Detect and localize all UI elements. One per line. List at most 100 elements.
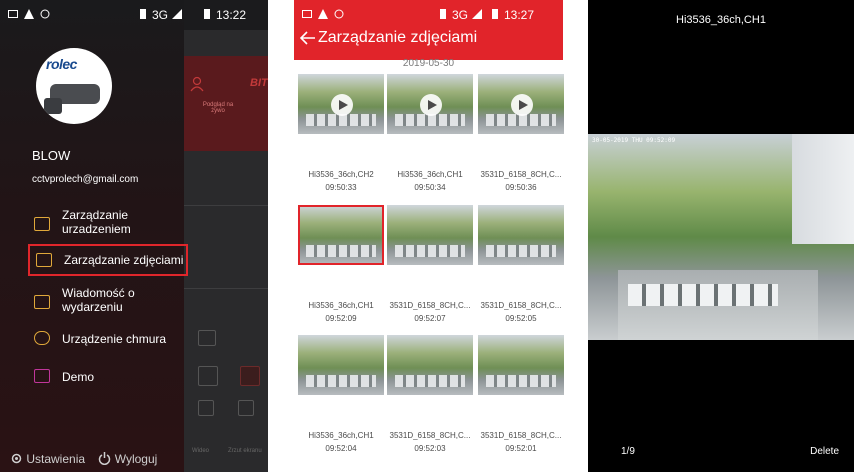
alert-icon [24, 9, 34, 19]
thumbnail-scene [395, 375, 465, 387]
image-icon [36, 253, 52, 267]
message-icon [34, 295, 50, 309]
screenshot-icon [238, 400, 254, 416]
menu-item-label: Zarządzanie zdjęciami [64, 253, 184, 267]
vibrate-icon [440, 9, 446, 19]
play-icon[interactable] [420, 94, 442, 116]
signal-icon [472, 9, 482, 19]
user-email: cctvprolech@gmail.com [32, 174, 139, 185]
menu-item-label: Urządzenie chmura [62, 332, 167, 346]
alert-icon [318, 9, 328, 19]
navigation-drawer-screen: BIT Podgląd na żywo Wideo Zrzut ekranu 3… [0, 0, 268, 472]
screenshot-notification-icon [8, 10, 18, 18]
cloud-icon [34, 331, 50, 345]
menu-item-demo[interactable]: Demo [28, 368, 184, 388]
photo-name: Hi3536_36ch,CH1 [308, 301, 374, 310]
live-view-tab: Podgląd na żywo [202, 102, 234, 114]
avatar[interactable]: rolec [36, 48, 112, 124]
photo-time: 09:52:09 [325, 314, 357, 323]
thumbnail-scene [306, 375, 376, 387]
network-label: 3G [452, 8, 469, 22]
page-title: Zarządzanie zdjęciami [318, 29, 478, 46]
video-icon [198, 400, 214, 416]
photo-thumbnail[interactable] [387, 335, 473, 395]
clock: 13:22 [216, 8, 247, 22]
menu-item-event-messages[interactable]: Wiadomość o wydarzeniu [28, 286, 184, 318]
drawer-footer: Ustawienia Wyloguj [10, 452, 157, 466]
photo-thumbnail[interactable] [478, 74, 564, 134]
photo-name: 3531D_6158_8CH,C... [480, 170, 562, 179]
menu-item-photo-management[interactable]: Zarządzanie zdjęciami [28, 244, 188, 276]
network-label: 3G [152, 8, 169, 22]
logout-button[interactable]: Wyloguj [98, 452, 157, 466]
status-bar: 3G 13:22 [0, 0, 268, 30]
screenshot-label: Zrzut ekranu [228, 448, 262, 454]
gear-icon [11, 453, 22, 464]
photo-time: 09:52:03 [414, 444, 446, 453]
photo-time: 09:52:07 [414, 314, 446, 323]
thumbnail-scene [306, 245, 376, 257]
photo-caption: 3531D_6158_8CH,C... 09:52:07 [382, 299, 478, 325]
screenshot-notification-icon [302, 10, 312, 18]
back-arrow-icon[interactable] [300, 31, 316, 45]
app-notification-icon [40, 9, 50, 19]
menu-item-label: Wiadomość o wydarzeniu [62, 286, 135, 314]
photo-name: 3531D_6158_8CH,C... [480, 431, 562, 440]
parked-cars [628, 284, 778, 306]
photo-title: Hi3536_36ch,CH1 [676, 14, 766, 26]
photo-management-screen: 3G 13:27 Zarządzanie zdjęciami 2019-05-3… [288, 0, 569, 472]
app-notification-icon [334, 9, 344, 19]
photo-thumbnail[interactable] [298, 74, 384, 134]
photo-caption: 3531D_6158_8CH,C... 09:52:05 [473, 299, 569, 325]
thumbnail-scene [486, 375, 556, 387]
photo-caption: Hi3536_36ch,CH1 09:52:04 [293, 429, 389, 455]
thumbnail-scene [395, 245, 465, 257]
photo-time: 09:50:34 [414, 183, 446, 192]
signal-icon [172, 9, 182, 19]
person-icon [190, 76, 204, 92]
folder-icon [198, 330, 216, 346]
photo-name: Hi3536_36ch,CH1 [397, 170, 463, 179]
photo-time: 09:52:04 [325, 444, 357, 453]
battery-icon [492, 9, 498, 19]
camera-icon [34, 217, 50, 231]
photo-thumbnail[interactable] [387, 205, 473, 265]
background-title: BIT [250, 77, 268, 89]
clock: 13:27 [504, 8, 535, 22]
photo-time: 09:52:05 [505, 314, 537, 323]
settings-label: Ustawienia [26, 452, 86, 466]
photo-thumbnail[interactable] [478, 335, 564, 395]
play-icon[interactable] [331, 94, 353, 116]
photo-caption: 3531D_6158_8CH,C... 09:52:01 [473, 429, 569, 455]
photo-caption: Hi3536_36ch,CH1 09:52:09 [293, 299, 389, 325]
thumbnail-scene [486, 245, 556, 257]
settings-button[interactable]: Ustawienia [10, 452, 88, 466]
photo-name: Hi3536_36ch,CH2 [308, 170, 374, 179]
demo-icon [34, 369, 50, 383]
photo-thumbnail[interactable] [387, 74, 473, 134]
photo-time: 09:50:36 [505, 183, 537, 192]
vibrate-icon [140, 9, 146, 19]
photo-thumbnail[interactable] [478, 205, 564, 265]
photo-viewer-screen: Hi3536_36ch,CH1 30-05-2019 THU 09:52:09 … [588, 0, 854, 472]
photo-image[interactable]: 30-05-2019 THU 09:52:09 [588, 134, 854, 340]
photo-name: 3531D_6158_8CH,C... [389, 431, 471, 440]
menu-item-cloud-device[interactable]: Urządzenie chmura [28, 330, 184, 350]
battery-icon [204, 9, 210, 19]
power-icon [99, 452, 111, 466]
menu-item-label: Zarządzanie urzadzeniem [62, 208, 131, 236]
divider [184, 288, 268, 289]
clock-icon [198, 366, 218, 386]
play-icon[interactable] [511, 94, 533, 116]
camera-mount [44, 98, 62, 114]
photo-time: 09:52:01 [505, 444, 537, 453]
photo-caption: 3531D_6158_8CH,C... 09:52:03 [382, 429, 478, 455]
menu-item-device-management[interactable]: Zarządzanie urzadzeniem [28, 208, 184, 240]
building [792, 134, 854, 244]
delete-button[interactable]: Delete [810, 446, 839, 457]
photo-thumbnail[interactable] [298, 335, 384, 395]
photo-caption: Hi3536_36ch,CH2 09:50:33 [293, 168, 389, 194]
photo-name: Hi3536_36ch,CH1 [308, 431, 374, 440]
photo-time: 09:50:33 [325, 183, 357, 192]
photo-thumbnail[interactable] [298, 205, 384, 265]
